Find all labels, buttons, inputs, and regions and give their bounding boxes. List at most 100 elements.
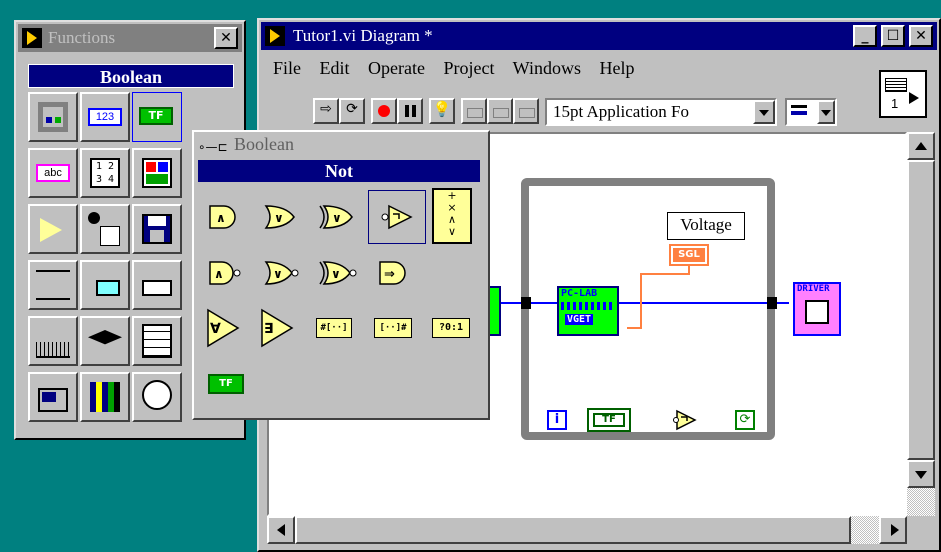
- scroll-up-button[interactable]: [907, 132, 935, 160]
- boolean-to-01-icon[interactable]: ?0:1: [432, 318, 470, 338]
- menu-windows[interactable]: Windows: [513, 58, 581, 78]
- align-dropdown-button[interactable]: [817, 100, 835, 124]
- align-objects-selector[interactable]: [785, 98, 837, 126]
- orange-wire: [627, 266, 690, 329]
- not-icon: [381, 204, 413, 230]
- structures-palette-button[interactable]: [28, 92, 78, 142]
- step-into-button[interactable]: [461, 98, 487, 124]
- voltage-label-text: Voltage: [680, 215, 732, 234]
- abort-button[interactable]: [371, 98, 397, 124]
- structures-icon: [38, 102, 68, 132]
- scroll-down-button[interactable]: [907, 460, 935, 488]
- time-dialog-palette-button[interactable]: [80, 204, 130, 254]
- not-and-function-icon[interactable]: ∧: [208, 260, 242, 286]
- scroll-thumb-v[interactable]: [907, 160, 935, 460]
- driver-label: DRIVER: [797, 284, 830, 294]
- mathematics-palette-button[interactable]: [132, 316, 182, 366]
- step-over-button[interactable]: [487, 98, 513, 124]
- menu-edit[interactable]: Edit: [320, 58, 350, 78]
- not-xor-function-icon[interactable]: ∨: [318, 260, 358, 286]
- comparison-palette-button[interactable]: [28, 204, 78, 254]
- chevron-down-icon: [759, 110, 769, 116]
- horizontal-scrollbar[interactable]: [267, 516, 907, 544]
- tf-constant-label: TF: [219, 378, 233, 389]
- boolean-constant[interactable]: TF: [587, 408, 631, 432]
- waveform-palette-button[interactable]: [132, 260, 182, 310]
- analysis-palette-button[interactable]: [28, 316, 78, 366]
- maximize-button[interactable]: ☐: [881, 25, 905, 47]
- or-array-elements-icon[interactable]: ∃: [260, 308, 294, 348]
- true-false-constant-icon[interactable]: TF: [208, 374, 244, 394]
- numeric-palette-button[interactable]: 123: [80, 92, 130, 142]
- size-grip[interactable]: [907, 516, 935, 544]
- books-icon: [90, 382, 120, 412]
- string-palette-button[interactable]: abc: [28, 148, 78, 198]
- iteration-terminal[interactable]: i: [547, 410, 567, 430]
- user-libraries-palette-button[interactable]: [132, 372, 182, 422]
- align-icon: [791, 105, 807, 119]
- scroll-right-button[interactable]: [879, 516, 907, 544]
- highlight-execution-button[interactable]: 💡: [429, 98, 455, 124]
- functions-close-button[interactable]: ✕: [214, 27, 238, 49]
- data-acquisition-palette-button[interactable]: [80, 260, 130, 310]
- string-icon: abc: [36, 164, 70, 182]
- font-dropdown-button[interactable]: [753, 100, 775, 124]
- menu-bar: File Edit Operate Project Windows Help: [273, 54, 648, 82]
- toolbar: ⇨ ⟳ 💡 15pt Application Fo: [313, 98, 873, 128]
- driver-subvi[interactable]: DRIVER: [793, 282, 841, 336]
- scroll-left-button[interactable]: [267, 516, 295, 544]
- conditional-terminal[interactable]: ⟳: [735, 410, 755, 430]
- svg-text:∨: ∨: [331, 267, 341, 281]
- scroll-thumb-h[interactable]: [295, 516, 851, 544]
- select-vi-palette-button[interactable]: [80, 372, 130, 422]
- boolean-palette-button[interactable]: TF: [132, 92, 182, 142]
- functions-palette-icon: [22, 28, 42, 48]
- and-array-elements-icon[interactable]: ∀: [206, 308, 240, 348]
- pause-button[interactable]: [397, 98, 423, 124]
- or-function-icon[interactable]: ∨: [264, 204, 296, 230]
- loop-tunnel-right: [767, 297, 777, 309]
- run-arrow-button[interactable]: ⇨: [313, 98, 339, 124]
- subpalette-header: Not: [198, 160, 480, 182]
- cluster-palette-button[interactable]: [132, 148, 182, 198]
- not-function-icon[interactable]: [673, 408, 697, 432]
- run-continuous-button[interactable]: ⟳: [339, 98, 365, 124]
- number-to-boolean-array-icon[interactable]: #[··]: [316, 318, 352, 338]
- voltage-indicator-label[interactable]: Voltage: [667, 212, 745, 240]
- functions-titlebar[interactable]: Functions ✕: [18, 24, 242, 52]
- compound-arithmetic-icon[interactable]: + × ∧ ∨: [432, 188, 472, 244]
- diagram-titlebar[interactable]: Tutor1.vi Diagram * _ ☐ ✕: [261, 22, 937, 50]
- menu-project[interactable]: Project: [443, 58, 494, 78]
- xor-function-icon[interactable]: ∨: [318, 204, 354, 230]
- dialog-icon: [100, 226, 120, 246]
- boolean-array-to-number-icon[interactable]: [··]#: [374, 318, 412, 338]
- vertical-scrollbar[interactable]: [907, 132, 935, 516]
- array-palette-button[interactable]: 1 2 3 4: [80, 148, 130, 198]
- minimize-button[interactable]: _: [853, 25, 877, 47]
- communication-palette-button[interactable]: [28, 260, 78, 310]
- menu-file[interactable]: File: [273, 58, 301, 78]
- connector-pane-icon[interactable]: 1: [879, 70, 927, 118]
- implies-function-icon[interactable]: ⇒: [378, 260, 410, 286]
- sgl-indicator[interactable]: SGL: [669, 244, 709, 266]
- tutorial-palette-button[interactable]: [80, 316, 130, 366]
- close-button[interactable]: ✕: [909, 25, 933, 47]
- connector-number: 1: [891, 96, 899, 111]
- not-or-function-icon[interactable]: ∨: [264, 260, 300, 286]
- svg-text:∨: ∨: [274, 211, 284, 225]
- menu-operate[interactable]: Operate: [368, 58, 425, 78]
- instrument-library-palette-button[interactable]: [28, 372, 78, 422]
- and-function-icon[interactable]: ∧: [208, 204, 240, 230]
- pclab-vget-subvi[interactable]: PC-LAB VGET: [557, 286, 619, 336]
- pclab-label: PC-LAB: [561, 288, 598, 299]
- not-function-selected[interactable]: [368, 190, 426, 244]
- step-out-button[interactable]: [513, 98, 539, 124]
- arrow-right-icon: [891, 524, 899, 536]
- font-selector[interactable]: 15pt Application Fo: [545, 98, 777, 126]
- diagram-title: Tutor1.vi Diagram *: [293, 26, 433, 45]
- file-io-palette-button[interactable]: [132, 204, 182, 254]
- subpalette-pin-icon[interactable]: ∘—⊏: [198, 140, 228, 154]
- tf-constant-label: TF: [593, 413, 625, 427]
- iteration-label: i: [554, 412, 560, 427]
- menu-help[interactable]: Help: [599, 58, 634, 78]
